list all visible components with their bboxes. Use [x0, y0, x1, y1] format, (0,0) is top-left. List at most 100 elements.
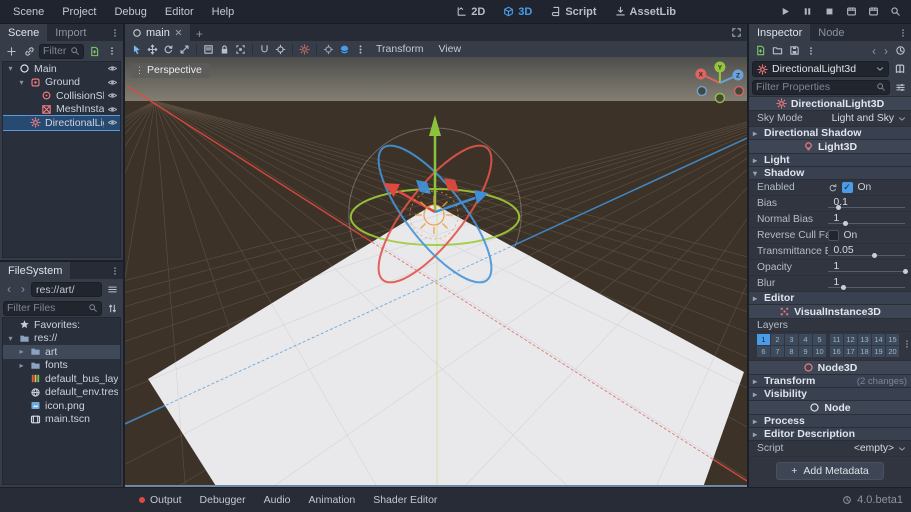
camera-preview-toggle[interactable] [321, 42, 336, 57]
inspector-dock-menu[interactable] [895, 28, 911, 41]
slider-grabber[interactable] [843, 221, 848, 226]
slider-grabber[interactable] [836, 205, 841, 210]
viewport-menu-view[interactable]: View [431, 43, 468, 55]
scene-node-ground[interactable]: ▾Ground [3, 76, 120, 90]
visibility-eye-icon[interactable] [107, 77, 118, 88]
fs-dock-menu[interactable] [107, 266, 123, 279]
section-light[interactable]: ▸Light [749, 154, 911, 167]
layer-11[interactable]: 11 [830, 334, 843, 345]
fs-item-main-tscn[interactable]: main.tscn [3, 413, 120, 427]
layer-18[interactable]: 18 [858, 346, 871, 357]
slider-grabber[interactable] [872, 253, 877, 258]
visibility-eye-icon[interactable] [107, 104, 118, 115]
workspace-3d[interactable]: 3D [494, 6, 541, 18]
save-resource-button[interactable] [786, 43, 802, 59]
property-control[interactable]: On [828, 228, 908, 243]
menu-project[interactable]: Project [53, 0, 105, 24]
expander-icon[interactable]: ▾ [17, 78, 26, 87]
layer-1[interactable]: 1 [757, 334, 770, 345]
movie-mode-button[interactable] [885, 2, 905, 22]
snap-toggle[interactable] [257, 42, 272, 57]
visibility-eye-icon[interactable] [107, 63, 118, 74]
edited-object-selector[interactable]: DirectionalLight3d [752, 61, 889, 77]
workspace-2d[interactable]: 2D [447, 6, 494, 18]
bottom-panel-shader-editor[interactable]: Shader Editor [364, 494, 446, 506]
layer-6[interactable]: 6 [757, 346, 770, 357]
fs-item-icon-png[interactable]: icon.png [3, 399, 120, 413]
property-control[interactable]: 1 [828, 260, 908, 275]
play-custom-scene-button[interactable] [863, 2, 883, 22]
workspace-assetlib[interactable]: AssetLib [606, 6, 685, 18]
play-scene-button[interactable] [841, 2, 861, 22]
menu-help[interactable]: Help [203, 0, 244, 24]
toolbar-menu[interactable] [353, 42, 368, 57]
property-control[interactable]: <empty> [828, 441, 908, 456]
scale-tool[interactable] [177, 42, 192, 57]
property-control[interactable]: ✓On [828, 180, 908, 195]
revert-icon[interactable] [828, 183, 838, 193]
fs-item-favorites-[interactable]: Favorites: [3, 318, 120, 332]
lock-button[interactable] [217, 42, 232, 57]
viewport-menu-transform[interactable]: Transform [369, 43, 430, 55]
section-visibility[interactable]: ▸Visibility [749, 388, 911, 401]
layer-13[interactable]: 13 [858, 334, 871, 345]
layer-12[interactable]: 12 [844, 334, 857, 345]
filter-files-input[interactable]: Filter Files [3, 301, 102, 316]
fs-item-default-env-tres[interactable]: default_env.tres [3, 386, 120, 400]
layer-4[interactable]: 4 [799, 334, 812, 345]
layers-menu-button[interactable] [899, 339, 911, 352]
slider[interactable]: 1 [828, 212, 908, 227]
menu-scene[interactable]: Scene [4, 0, 53, 24]
stop-button[interactable] [819, 2, 839, 22]
layer-19[interactable]: 19 [872, 346, 885, 357]
inspector-tab-inspector[interactable]: Inspector [749, 24, 810, 41]
fs-back-button[interactable]: ‹ [3, 282, 15, 296]
slider[interactable]: 1 [828, 276, 908, 291]
fs-item-fonts[interactable]: ▸fonts [3, 359, 120, 373]
fs-item-res-[interactable]: ▾res:// [3, 332, 120, 346]
history-back-button[interactable]: ‹ [868, 44, 880, 58]
load-resource-button[interactable] [769, 43, 785, 59]
property-control[interactable]: 1 [828, 276, 908, 291]
close-icon[interactable] [174, 28, 183, 37]
new-resource-button[interactable] [752, 43, 768, 59]
layer-2[interactable]: 2 [771, 334, 784, 345]
property-control[interactable]: 0.05 [828, 244, 908, 259]
section-directional-shadow[interactable]: ▸Directional Shadow [749, 127, 911, 140]
bottom-panel-audio[interactable]: Audio [255, 494, 300, 506]
preview-env-toggle[interactable] [337, 42, 352, 57]
slider-grabber[interactable] [841, 285, 846, 290]
scene-tab-main[interactable]: main [125, 24, 190, 41]
resource-menu-button[interactable] [803, 43, 819, 59]
fs-forward-button[interactable]: › [17, 282, 29, 296]
layer-8[interactable]: 8 [785, 346, 798, 357]
fs-tab-filesystem[interactable]: FileSystem [0, 262, 70, 279]
workspace-script[interactable]: Script [541, 6, 605, 18]
layer-9[interactable]: 9 [799, 346, 812, 357]
history-button[interactable] [892, 43, 908, 59]
section-editor-description[interactable]: ▸Editor Description [749, 428, 911, 441]
ruler-tool[interactable] [273, 42, 288, 57]
layer-17[interactable]: 17 [844, 346, 857, 357]
distraction-free-button[interactable] [726, 27, 747, 41]
expander-icon[interactable]: ▸ [17, 347, 26, 356]
property-control[interactable]: 0.1 [828, 196, 908, 211]
scene-dock-menu[interactable] [107, 28, 123, 41]
checkbox[interactable]: ✓ [842, 182, 853, 193]
checkbox[interactable] [828, 230, 839, 241]
scene-node-directionallight3d[interactable]: DirectionalLight3d [3, 116, 120, 130]
fs-item-default-bus-layout-tres[interactable]: default_bus_layout.tres [3, 372, 120, 386]
expander-icon[interactable]: ▾ [6, 334, 15, 343]
open-docs-button[interactable] [892, 61, 908, 77]
fs-item-art[interactable]: ▸art [3, 345, 120, 359]
rotate-tool[interactable] [161, 42, 176, 57]
section-process[interactable]: ▸Process [749, 415, 911, 428]
layer-5[interactable]: 5 [813, 334, 826, 345]
group-button[interactable] [233, 42, 248, 57]
select-tool[interactable] [129, 42, 144, 57]
layer-20[interactable]: 20 [886, 346, 899, 357]
menu-editor[interactable]: Editor [156, 0, 203, 24]
visibility-eye-icon[interactable] [107, 117, 118, 128]
slider[interactable]: 0.05 [828, 244, 908, 259]
inspector-tab-node[interactable]: Node [810, 24, 852, 41]
